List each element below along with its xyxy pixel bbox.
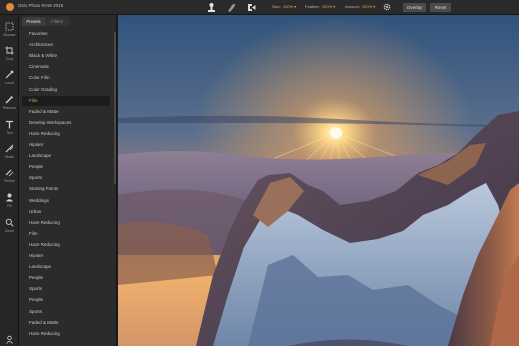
preset-category-item[interactable]: Sports (22, 284, 110, 294)
rail-label: Local (5, 81, 14, 85)
rail-label: Text (6, 131, 13, 135)
overlay-button[interactable]: Overlay (403, 3, 426, 12)
panel-scrollbar[interactable] (114, 32, 116, 184)
text-icon (6, 120, 13, 129)
retouch-icon (5, 95, 14, 104)
rail-label: Zoom (4, 229, 15, 233)
rail-item-zoom[interactable]: Zoom (0, 218, 19, 240)
app-logo-icon (6, 3, 14, 11)
preset-category-item[interactable]: Sports (22, 173, 110, 183)
rail-label: Crop (5, 57, 14, 61)
user-icon (6, 335, 13, 344)
mountain-sunset-photo (118, 15, 519, 346)
preset-category-item[interactable]: Faded & Matte (22, 318, 110, 328)
app-title: ON1 Photo RAW 2019 (18, 3, 64, 8)
size-value: 100% (282, 4, 294, 9)
preset-category-item[interactable]: Urban (22, 207, 110, 217)
preset-category-item[interactable]: Favorites (22, 29, 110, 39)
amount-label: Amount: (345, 4, 360, 9)
tool-rail: Browse Crop Local Retouch Text Mask Refi… (0, 15, 19, 346)
rail-item-crop[interactable]: Crop (0, 46, 19, 68)
rail-item-retouch[interactable]: Retouch (0, 95, 19, 117)
top-toolbar: ON1 Photo RAW 2019 Size: 100%▾ Feather: 10… (0, 0, 519, 15)
amount-control[interactable]: Amount: 100%▾ (345, 4, 375, 9)
feather-label: Feather: (305, 4, 320, 9)
feather-control[interactable]: Feather: 100%▾ (305, 4, 335, 9)
preset-category-item[interactable]: Haze Reducing (22, 240, 110, 250)
rail-label: Fill (7, 204, 12, 208)
rail-label: Retouch (2, 106, 17, 110)
rail-label: Mask (5, 155, 14, 159)
chevron-down-icon: ▾ (294, 4, 297, 9)
preset-category-item[interactable]: Develop Workspaces (22, 118, 110, 128)
preset-category-item[interactable]: Landscape (22, 262, 110, 272)
preset-category-item[interactable]: Architecture (22, 40, 110, 50)
preset-category-item[interactable]: Hipster (22, 140, 110, 150)
panel-tabs: Presets Filters (22, 17, 69, 26)
size-control[interactable]: Size: 100%▾ (272, 4, 296, 9)
preset-category-item[interactable]: Film (22, 229, 110, 239)
chevron-down-icon: ▾ (333, 4, 336, 9)
gear-icon[interactable] (383, 3, 391, 11)
preset-category-item[interactable]: Color Grading (22, 85, 110, 95)
rail-item-text[interactable]: Text (0, 120, 19, 142)
chevron-down-icon: ▾ (373, 4, 376, 9)
brush-tools (206, 2, 257, 13)
preset-category-item[interactable]: Film (22, 95, 110, 106)
rail-item-browse[interactable]: Browse (0, 22, 19, 44)
stamp-icon[interactable] (206, 2, 217, 13)
rail-label: Browse (3, 33, 16, 37)
crop-icon (5, 46, 14, 55)
rail-item-refine[interactable]: Refine (0, 168, 19, 190)
browse-icon (5, 22, 14, 31)
zoom-icon (5, 218, 14, 227)
transfer-icon[interactable] (246, 2, 257, 13)
reset-button[interactable]: Reset (430, 3, 451, 12)
preset-category-item[interactable]: Hipster (22, 251, 110, 261)
preset-category-item[interactable]: Black & White (22, 51, 110, 61)
fill-icon (6, 193, 13, 202)
refine-icon (5, 169, 14, 177)
rail-item-fill[interactable]: Fill (0, 193, 19, 215)
preset-category-item[interactable]: Starting Points (22, 184, 110, 194)
preset-category-item[interactable]: Haze Reducing (22, 218, 110, 228)
preset-category-item[interactable]: Haze Reducing (22, 329, 110, 339)
preset-category-item[interactable]: Faded & Matte (22, 107, 110, 117)
size-label: Size: (272, 4, 281, 9)
preset-category-item[interactable]: Cinematic (22, 62, 110, 72)
preset-category-item[interactable]: Sports (22, 307, 110, 317)
rail-label: Refine (4, 179, 15, 183)
rail-item-local[interactable]: Local (0, 70, 19, 92)
perfect-eraser-icon[interactable] (226, 2, 237, 13)
local-icon (5, 70, 14, 79)
mask-icon (5, 144, 14, 153)
presets-panel: Presets Filters Favorites Architecture Bla… (19, 15, 117, 346)
preset-category-item[interactable]: Landscape (22, 151, 110, 161)
rail-item-mask[interactable]: Mask (0, 144, 19, 166)
rail-item-user[interactable] (0, 335, 19, 346)
tab-filters[interactable]: Filters (45, 17, 69, 26)
photo-canvas[interactable] (118, 15, 519, 346)
tab-presets[interactable]: Presets (22, 17, 45, 26)
feather-value: 100% (321, 4, 333, 9)
preset-category-item[interactable]: People (22, 162, 110, 172)
preset-category-item[interactable]: People (22, 295, 110, 305)
preset-category-item[interactable]: Haze Reducing (22, 129, 110, 139)
preset-category-item[interactable]: People (22, 273, 110, 283)
preset-category-item[interactable]: Color Film (22, 73, 110, 83)
amount-value: 100% (361, 4, 373, 9)
preset-category-item[interactable]: Weddings (22, 196, 110, 206)
